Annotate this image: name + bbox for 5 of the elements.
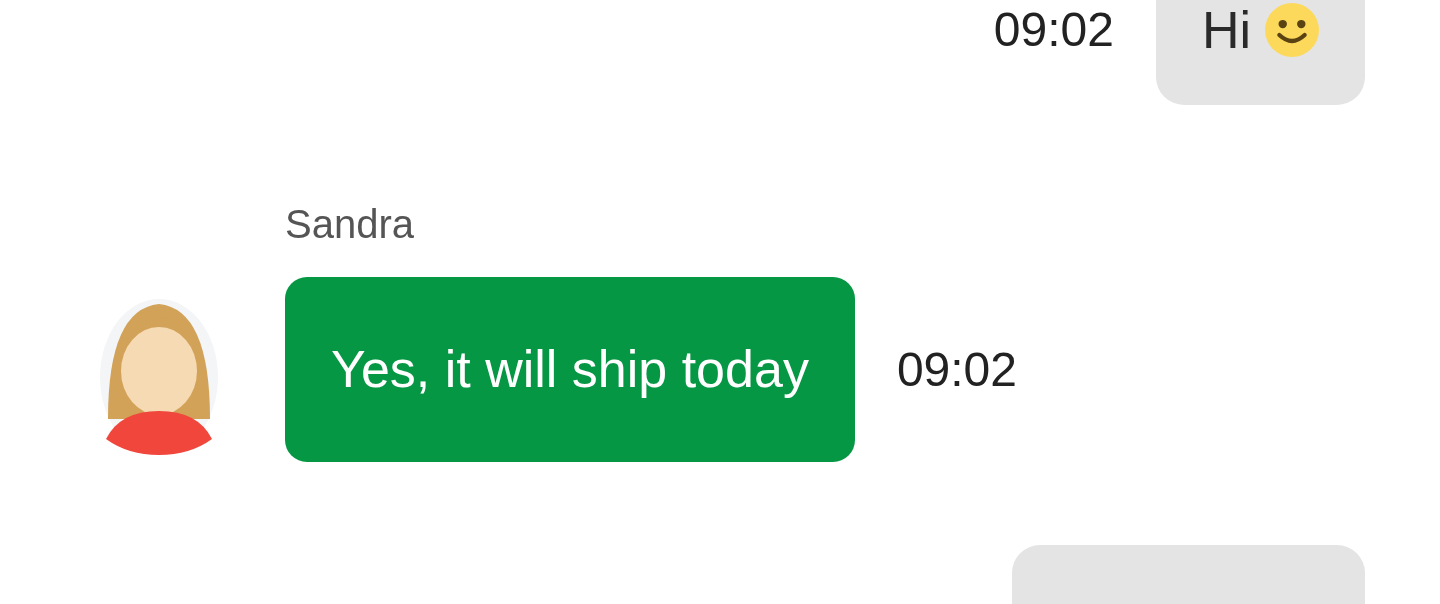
message-text: Yes, it will ship today (331, 339, 809, 399)
message-time: 09:02 (896, 341, 1017, 398)
sender-name: Sandra (285, 201, 414, 248)
message-time: 09:02 (993, 2, 1114, 58)
message-text: Hi (1201, 0, 1251, 60)
